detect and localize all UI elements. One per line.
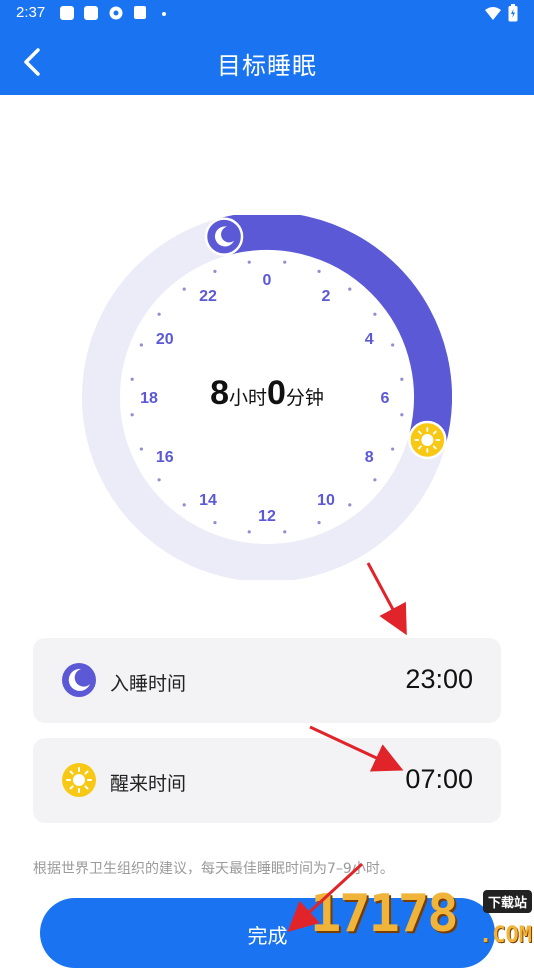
sleep-time-card[interactable]: 入睡时间 23:00 — [33, 638, 501, 723]
minor-tick — [157, 478, 161, 482]
battery-icon — [508, 4, 518, 22]
minor-tick — [348, 503, 352, 507]
app-notification-icon — [134, 6, 146, 19]
moon-icon[interactable] — [204, 217, 244, 256]
minor-tick — [130, 413, 134, 417]
hour-label: 16 — [156, 449, 174, 466]
sleep-duration: 8小时0分钟 — [0, 374, 534, 413]
sleep-advice-note: 根据世界卫生组织的建议，每天最佳睡眠时间为7–9小时。 — [33, 861, 394, 877]
watermark-suffix: .COM — [479, 923, 532, 948]
minor-tick — [157, 312, 161, 316]
minor-tick — [283, 260, 287, 264]
hour-label: 0 — [263, 272, 272, 289]
sync-icon — [109, 6, 123, 20]
minor-tick — [317, 521, 321, 525]
duration-minutes: 0 — [267, 374, 286, 412]
watermark-tag: 下载站 — [482, 890, 532, 913]
minor-tick — [391, 447, 395, 451]
minor-tick — [247, 530, 251, 534]
more-notifications-dot — [162, 12, 166, 16]
minor-tick — [317, 269, 321, 273]
status-time: 2:37 — [16, 4, 46, 21]
notification-icon — [84, 6, 98, 20]
hour-label: 20 — [156, 331, 174, 348]
hour-label: 12 — [258, 508, 276, 525]
hour-label: 22 — [199, 288, 217, 305]
hour-label: 8 — [365, 449, 374, 466]
wake-time-label: 醒来时间 — [110, 773, 187, 795]
minor-tick — [373, 312, 377, 316]
duration-minutes-unit: 分钟 — [285, 387, 324, 409]
hour-label: 2 — [322, 288, 331, 305]
minor-tick — [373, 478, 377, 482]
watermark-logo: 17178 下载站 .COM — [310, 880, 534, 950]
minor-tick — [139, 343, 143, 347]
wifi-icon — [485, 7, 501, 20]
sun-icon — [62, 763, 96, 797]
minor-tick — [348, 287, 352, 291]
wake-time-value[interactable]: 07:00 — [405, 764, 473, 795]
minor-tick — [182, 503, 186, 507]
status-bar: 2:37 — [0, 0, 534, 28]
minor-tick — [247, 260, 251, 264]
wake-time-card[interactable]: 醒来时间 07:00 — [33, 738, 501, 823]
minor-tick — [213, 269, 217, 273]
duration-hours: 8 — [210, 374, 229, 412]
sun-icon[interactable] — [408, 420, 447, 460]
duration-hours-unit: 小时 — [228, 387, 267, 409]
watermark-number: 17178 — [310, 884, 459, 944]
minor-tick — [400, 413, 404, 417]
moon-icon — [62, 663, 96, 697]
minor-tick — [391, 343, 395, 347]
notification-icon — [60, 6, 74, 20]
sleep-time-value[interactable]: 23:00 — [405, 664, 473, 695]
hour-label: 14 — [199, 492, 217, 509]
app-bar: 目标睡眠 — [0, 28, 534, 95]
hour-label: 10 — [317, 492, 335, 509]
minor-tick — [182, 287, 186, 291]
page-title: 目标睡眠 — [217, 52, 317, 80]
hour-label: 4 — [365, 331, 374, 348]
minor-tick — [283, 530, 287, 534]
minor-tick — [139, 447, 143, 451]
minor-tick — [213, 521, 217, 525]
sleep-time-label: 入睡时间 — [110, 673, 187, 695]
